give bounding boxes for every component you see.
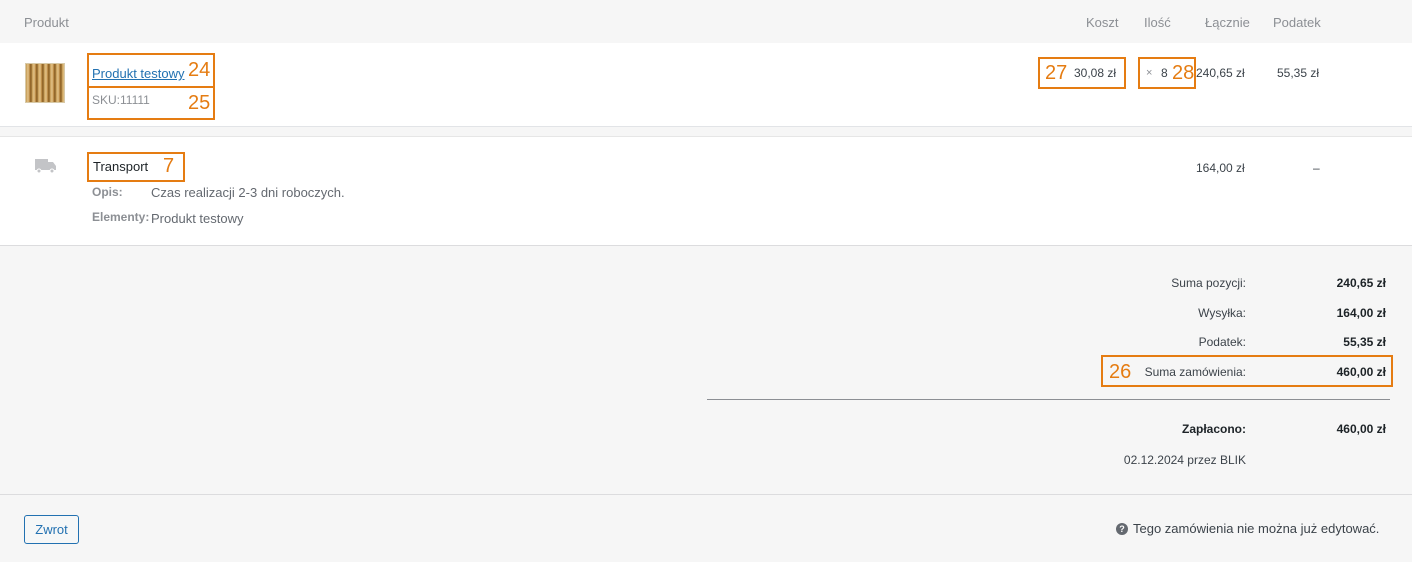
not-editable-notice: Tego zamówienia nie można już edytować. — [1133, 521, 1380, 536]
shipping-tax: – — [1313, 161, 1320, 175]
tax-total-value: 55,35 zł — [1343, 335, 1386, 349]
paid-date-method: 02.12.2024 przez BLIK — [1123, 453, 1246, 467]
shipping-row: Transport 7 Opis: Czas realizacji 2-3 dn… — [0, 136, 1412, 246]
shipping-total: 164,00 zł — [1196, 161, 1245, 175]
tax-total-label: Podatek: — [1198, 335, 1246, 349]
subtotal-value: 240,65 zł — [1336, 276, 1386, 290]
product-thumbnail[interactable] — [25, 63, 65, 103]
paid-value: 460,00 zł — [1336, 422, 1386, 436]
annotation-label-25: 25 — [188, 92, 211, 114]
refund-button[interactable]: Zwrot — [24, 515, 79, 544]
annotation-label-7: 7 — [163, 155, 175, 177]
totals-divider — [707, 399, 1390, 400]
item-tax: 55,35 zł — [1277, 66, 1320, 80]
col-product-header: Produkt — [24, 15, 69, 30]
item-quantity: 8 — [1161, 66, 1168, 80]
shipping-items-label: Elementy: — [92, 210, 150, 224]
order-total-value: 460,00 zł — [1336, 365, 1386, 379]
shipping-items-value: Produkt testowy — [151, 211, 244, 226]
paid-label: Zapłacono: — [1181, 422, 1246, 436]
qty-multiplier-icon: × — [1146, 67, 1153, 79]
line-item-row: Produkt testowy 24 SKU:11111 25 27 30,08… — [0, 43, 1412, 127]
annotation-label-27: 27 — [1045, 62, 1068, 84]
footer-divider — [0, 494, 1412, 495]
col-cost-header: Koszt — [1086, 15, 1119, 30]
truck-icon — [35, 159, 56, 173]
annotation-label-26: 26 — [1109, 361, 1132, 383]
order-total-label: Suma zamówienia: — [1144, 365, 1246, 379]
item-cost: 30,08 zł — [1074, 66, 1117, 80]
col-total-header: Łącznie — [1205, 15, 1250, 30]
items-table-header: Produkt Koszt Ilość Łącznie Podatek — [0, 0, 1412, 43]
shipping-desc-value: Czas realizacji 2-3 dni roboczych. — [151, 185, 345, 200]
shipping-total-label: Wysyłka: — [1198, 306, 1246, 320]
col-qty-header: Ilość — [1144, 15, 1171, 30]
help-icon[interactable]: ? — [1116, 523, 1128, 535]
shipping-total-value: 164,00 zł — [1336, 306, 1386, 320]
item-line-total: 240,65 zł — [1196, 66, 1245, 80]
col-tax-header: Podatek — [1273, 15, 1321, 30]
shipping-desc-label: Opis: — [92, 185, 123, 199]
subtotal-label: Suma pozycji: — [1171, 276, 1246, 290]
annotation-label-24: 24 — [188, 59, 211, 81]
annotation-label-28: 28 — [1172, 62, 1195, 84]
